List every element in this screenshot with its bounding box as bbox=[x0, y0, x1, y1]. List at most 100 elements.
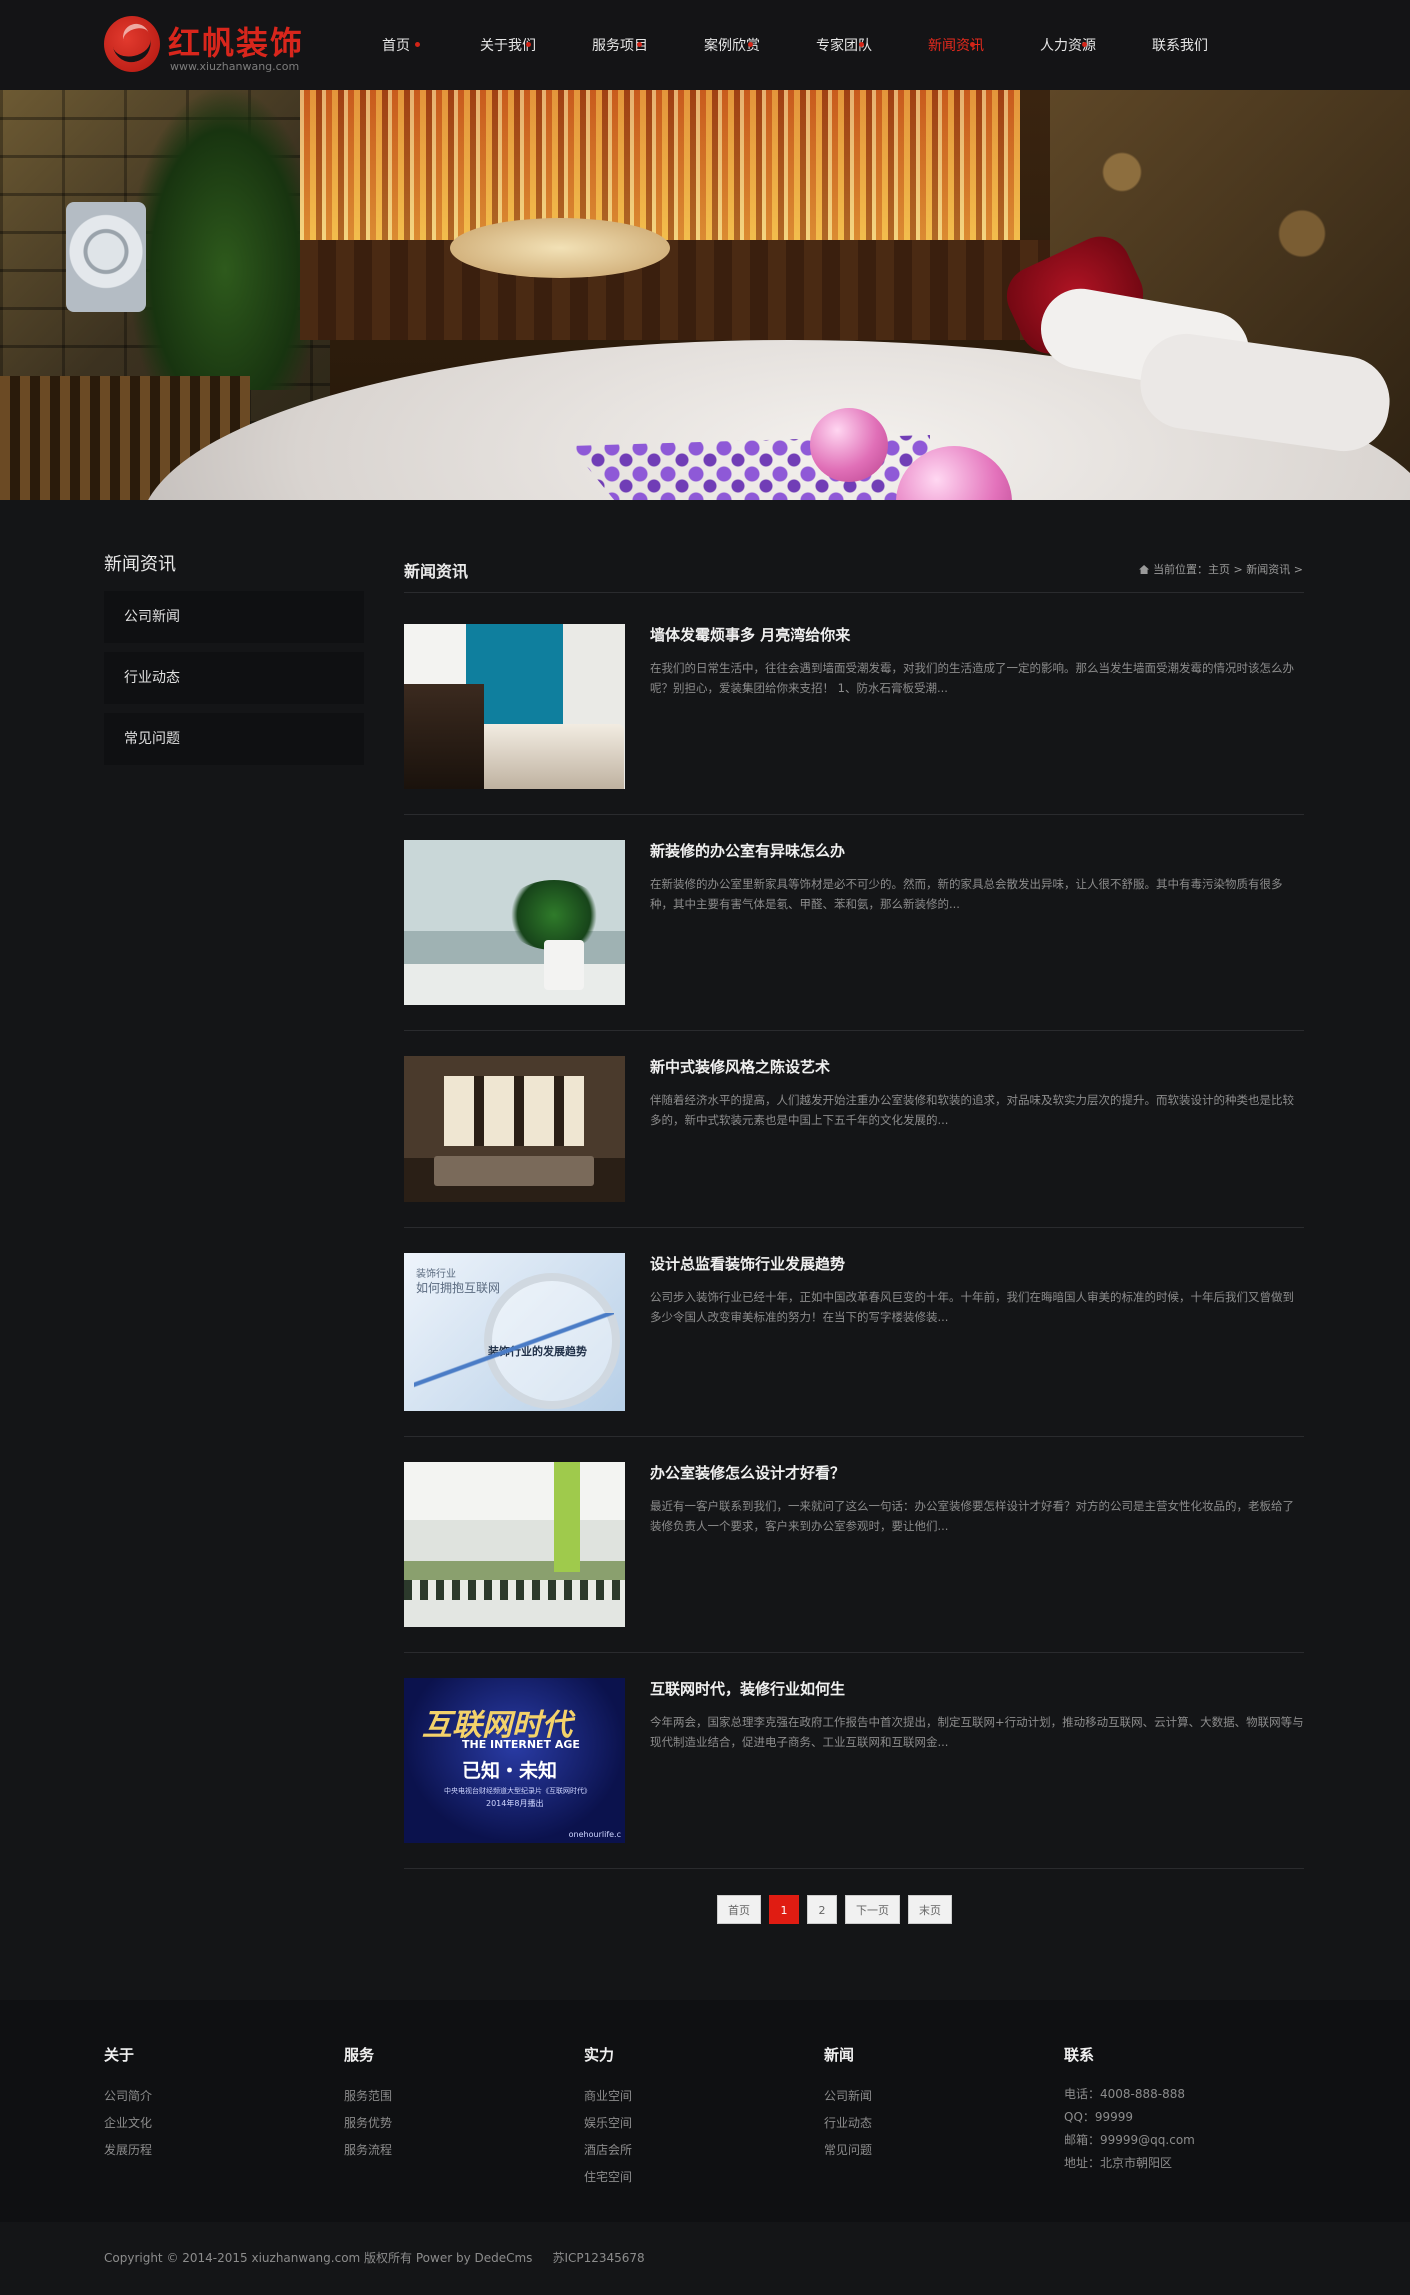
nav-separator-dot bbox=[859, 42, 864, 47]
nav-cases[interactable]: 案例欣赏 bbox=[676, 35, 788, 55]
news-title[interactable]: 墙体发霉烦事多 月亮湾给你来 bbox=[650, 624, 850, 645]
nav-about[interactable]: 关于我们 bbox=[452, 35, 564, 55]
news-thumbnail[interactable] bbox=[404, 624, 625, 789]
main-nav: 首页 关于我们 服务项目 案例欣赏 专家团队 新闻资讯 人力资源 联系我们 bbox=[340, 0, 1236, 90]
site-header: 红帆装饰 www.xiuzhanwang.com 首页 关于我们 服务项目 案例… bbox=[0, 0, 1410, 90]
footer-link[interactable]: 发展历程 bbox=[104, 2137, 152, 2164]
footer-address: 地址：北京市朝阳区 bbox=[1064, 2156, 1173, 2170]
pagination: 首页 1 2 下一页 末页 bbox=[717, 1895, 952, 1924]
news-summary: 在新装修的办公室里新家具等饰材是必不可少的。然而，新的家具总会散发出异味，让人很… bbox=[650, 877, 1283, 911]
news-summary: 在我们的日常生活中，往往会遇到墙面受潮发霉，对我们的生活造成了一定的影响。那么当… bbox=[650, 661, 1294, 695]
thumbnail-caption: 装饰行业 bbox=[416, 1269, 456, 1280]
logo-url: www.xiuzhanwang.com bbox=[170, 60, 300, 73]
banner-curtains bbox=[300, 90, 1020, 240]
footer-column-about: 关于 公司简介 企业文化 发展历程 bbox=[104, 2044, 152, 2164]
divider bbox=[404, 1652, 1304, 1653]
footer-email: 邮箱：99999@qq.com bbox=[1064, 2133, 1195, 2147]
news-title[interactable]: 互联网时代，装修行业如何生 bbox=[650, 1678, 845, 1699]
banner-fan bbox=[66, 202, 146, 312]
footer-heading: 实力 bbox=[584, 2046, 615, 2064]
news-summary: 伴随着经济水平的提高，人们越发开始注重办公室装修和软装的追求，对品味及软实力层次… bbox=[650, 1093, 1294, 1127]
divider bbox=[404, 1436, 1304, 1437]
logo-emblem-icon bbox=[104, 16, 160, 72]
footer-link[interactable]: 服务优势 bbox=[344, 2110, 392, 2137]
nav-separator-dot bbox=[637, 42, 642, 47]
news-title[interactable]: 新中式装修风格之陈设艺术 bbox=[650, 1056, 830, 1077]
pagination-next[interactable]: 下一页 bbox=[845, 1895, 900, 1924]
pagination-page-2[interactable]: 2 bbox=[807, 1895, 837, 1924]
copyright-text: Copyright © 2014-2015 xiuzhanwang.com 版权… bbox=[104, 2251, 533, 2265]
nav-separator-dot bbox=[526, 42, 531, 47]
footer-link[interactable]: 常见问题 bbox=[824, 2137, 872, 2164]
nav-services[interactable]: 服务项目 bbox=[564, 35, 676, 55]
thumbnail-caption: onehourlife.c bbox=[568, 1830, 621, 1839]
footer-link[interactable]: 企业文化 bbox=[104, 2110, 152, 2137]
nav-separator-dot bbox=[415, 42, 420, 47]
sidebar-title: 新闻资讯 bbox=[104, 554, 176, 575]
footer-link[interactable]: 商业空间 bbox=[584, 2083, 632, 2110]
banner-bathtub bbox=[450, 218, 670, 278]
breadcrumb: 当前位置：主页 > 新闻资讯 > bbox=[1139, 561, 1303, 577]
nav-hr[interactable]: 人力资源 bbox=[1012, 35, 1124, 55]
news-thumbnail[interactable] bbox=[404, 1462, 625, 1627]
sidebar-item-industry-news[interactable]: 行业动态 bbox=[104, 652, 364, 704]
banner-balloon bbox=[810, 408, 888, 482]
banner-bamboo-plant bbox=[130, 90, 320, 390]
news-summary: 今年两会，国家总理李克强在政府工作报告中首次提出，制定互联网+行动计划，推动移动… bbox=[650, 1715, 1304, 1749]
thumbnail-caption: 2014年8月播出 bbox=[486, 1799, 544, 1808]
home-icon bbox=[1139, 565, 1150, 574]
footer-column-strength: 实力 商业空间 娱乐空间 酒店会所 住宅空间 bbox=[584, 2044, 632, 2191]
footer-link[interactable]: 酒店会所 bbox=[584, 2137, 632, 2164]
nav-separator-dot bbox=[748, 42, 753, 47]
news-title[interactable]: 新装修的办公室有异味怎么办 bbox=[650, 840, 845, 861]
footer-link[interactable]: 服务流程 bbox=[344, 2137, 392, 2164]
footer-heading: 新闻 bbox=[824, 2046, 855, 2064]
nav-team[interactable]: 专家团队 bbox=[788, 35, 900, 55]
thumbnail-caption: 装饰行业的发展趋势 bbox=[488, 1345, 587, 1358]
footer-column-contact: 联系 电话：4008-888-888 QQ：99999 邮箱：99999@qq.… bbox=[1064, 2044, 1195, 2175]
footer-link[interactable]: 服务范围 bbox=[344, 2083, 392, 2110]
nav-separator-dot bbox=[1082, 42, 1087, 47]
news-title[interactable]: 办公室装修怎么设计才好看？ bbox=[650, 1462, 845, 1483]
page-title: 新闻资讯 bbox=[404, 562, 469, 581]
nav-home[interactable]: 首页 bbox=[340, 35, 452, 55]
banner-wooden-platform bbox=[300, 240, 1060, 340]
site-logo[interactable]: 红帆装饰 www.xiuzhanwang.com bbox=[104, 16, 304, 76]
news-thumbnail[interactable]: 互联网时代 THE INTERNET AGE 已知・未知 中央电视台财经频道大型… bbox=[404, 1678, 625, 1843]
footer-link[interactable]: 公司简介 bbox=[104, 2083, 152, 2110]
news-summary: 公司步入装饰行业已经十年，正如中国改革春风巨变的十年。十年前，我们在晦暗国人审美… bbox=[650, 1290, 1294, 1324]
divider bbox=[404, 1030, 1304, 1031]
divider bbox=[404, 592, 1304, 593]
thumbnail-caption: 已知・未知 bbox=[462, 1760, 558, 1782]
news-thumbnail[interactable] bbox=[404, 1056, 625, 1202]
pagination-first[interactable]: 首页 bbox=[717, 1895, 761, 1924]
footer-phone: 电话：4008-888-888 bbox=[1064, 2087, 1186, 2101]
nav-news[interactable]: 新闻资讯 bbox=[900, 35, 1012, 55]
footer-link[interactable]: 行业动态 bbox=[824, 2110, 872, 2137]
news-thumbnail[interactable]: 装饰行业 如何拥抱互联网 装饰行业的发展趋势 bbox=[404, 1253, 625, 1411]
news-summary: 最近有一客户联系到我们，一来就问了这么一句话：办公室装修要怎样设计才好看？对方的… bbox=[650, 1499, 1294, 1533]
thumbnail-caption: 中央电视台财经频道大型纪录片《互联网时代》 bbox=[444, 1787, 591, 1795]
sidebar-item-faq[interactable]: 常见问题 bbox=[104, 713, 364, 765]
footer-link[interactable]: 娱乐空间 bbox=[584, 2110, 632, 2137]
copyright-bar: Copyright © 2014-2015 xiuzhanwang.com 版权… bbox=[0, 2222, 1410, 2295]
icp-number[interactable]: 苏ICP12345678 bbox=[552, 2251, 644, 2265]
thumbnail-caption: 如何拥抱互联网 bbox=[416, 1281, 501, 1295]
footer-heading: 服务 bbox=[344, 2046, 375, 2064]
breadcrumb-text[interactable]: 当前位置：主页 > 新闻资讯 > bbox=[1153, 563, 1303, 576]
footer-qq: QQ：99999 bbox=[1064, 2110, 1134, 2124]
footer-column-news: 新闻 公司新闻 行业动态 常见问题 bbox=[824, 2044, 872, 2164]
footer-link[interactable]: 公司新闻 bbox=[824, 2083, 872, 2110]
footer-link[interactable]: 住宅空间 bbox=[584, 2164, 632, 2191]
footer-heading: 关于 bbox=[104, 2046, 135, 2064]
divider bbox=[404, 1227, 1304, 1228]
news-title[interactable]: 设计总监看装饰行业发展趋势 bbox=[650, 1253, 845, 1274]
sidebar-item-company-news[interactable]: 公司新闻 bbox=[104, 591, 364, 643]
pagination-last[interactable]: 末页 bbox=[908, 1895, 952, 1924]
hero-banner-image bbox=[0, 90, 1410, 500]
footer-heading: 联系 bbox=[1064, 2046, 1095, 2064]
site-footer: 关于 公司简介 企业文化 发展历程 服务 服务范围 服务优势 服务流程 实力 商… bbox=[0, 2000, 1410, 2222]
pagination-page-1[interactable]: 1 bbox=[769, 1895, 799, 1924]
news-thumbnail[interactable] bbox=[404, 840, 625, 1005]
nav-contact[interactable]: 联系我们 bbox=[1124, 35, 1236, 55]
